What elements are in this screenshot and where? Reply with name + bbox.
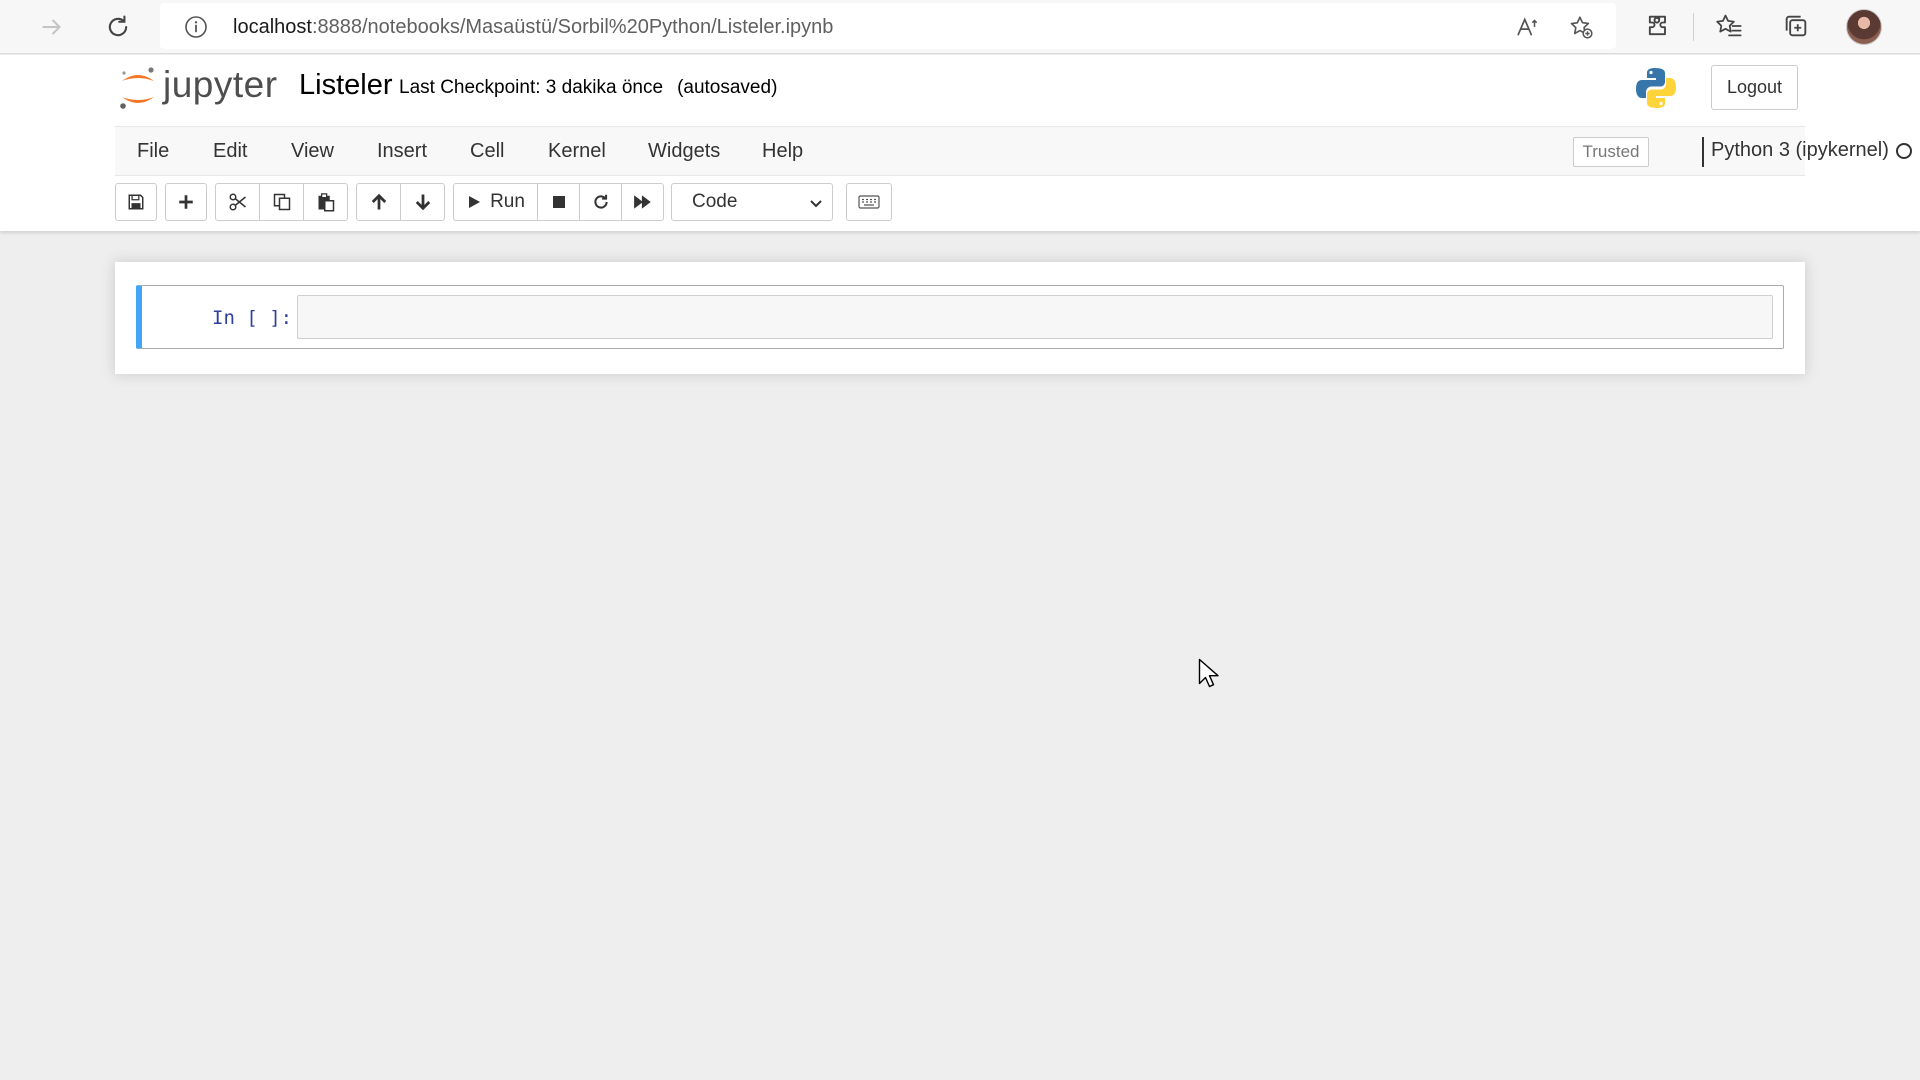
favorites-icon[interactable] [1714,11,1744,41]
menu-kernel[interactable]: Kernel [548,140,606,163]
toolbar-separator [1693,13,1694,41]
add-favorite-icon[interactable] [1568,14,1594,40]
menu-cell[interactable]: Cell [470,140,504,163]
run-button[interactable]: Run [453,183,538,221]
interrupt-kernel-button[interactable] [537,183,580,221]
play-icon [469,196,481,208]
command-palette-button[interactable] [846,183,892,221]
paste-button[interactable] [303,183,348,221]
restart-kernel-button[interactable] [579,183,622,221]
paste-icon [318,193,334,212]
restart-run-all-button[interactable] [621,183,664,221]
menu-insert[interactable]: Insert [377,140,427,163]
kernel-separator [1702,137,1704,167]
move-down-button[interactable] [400,183,445,221]
chevron-down-icon [810,200,822,208]
checkpoint-status: Last Checkpoint: 3 dakika önce (autosaved… [399,77,777,99]
extensions-icon[interactable] [1643,11,1673,41]
keyboard-icon [858,195,880,209]
mouse-cursor-icon [1198,658,1219,688]
url-text[interactable]: localhost:8888/notebooks/Masaüstü/Sorbil… [233,16,833,38]
info-icon[interactable] [184,15,208,39]
menu-widgets[interactable]: Widgets [648,140,720,163]
cell-prompt: In [ ]: [212,307,293,329]
copy-icon [273,193,290,211]
code-cell[interactable]: In [ ]: [136,285,1784,349]
profile-avatar[interactable] [1846,9,1882,45]
restart-icon [593,194,608,209]
notebook-title[interactable]: Listeler [299,69,393,102]
read-aloud-icon[interactable] [1515,14,1541,40]
forward-icon[interactable] [34,9,70,45]
cut-button[interactable] [215,183,260,221]
menu-view[interactable]: View [291,140,334,163]
menu-file[interactable]: File [137,140,169,163]
menubar: File Edit View Insert Cell Kernel Widget… [115,126,1912,176]
stop-icon [552,196,565,208]
insert-cell-button[interactable] [165,183,207,221]
address-bar[interactable]: localhost:8888/notebooks/Masaüstü/Sorbil… [160,3,1616,49]
cell-type-select[interactable]: Code [671,183,833,221]
run-label: Run [490,191,525,212]
menu-help[interactable]: Help [762,140,803,163]
kernel-name[interactable]: Python 3 (ipykernel) [1711,139,1889,162]
trusted-indicator[interactable]: Trusted [1573,137,1649,167]
url-path: :8888/notebooks/Masaüstü/Sorbil%20Python… [311,16,834,38]
copy-button[interactable] [259,183,304,221]
move-up-button[interactable] [356,183,401,221]
menu-edit[interactable]: Edit [213,140,247,163]
fast-forward-icon [633,195,651,209]
notebook-toolbar: Run Code [115,183,1805,225]
autosave-status: (autosaved) [677,77,778,98]
cell-type-value: Code [692,191,738,212]
save-button[interactable] [115,183,157,221]
logout-button[interactable]: Logout [1711,65,1798,110]
save-icon [128,194,144,210]
cell-input-area[interactable] [297,295,1773,339]
python-logo-icon [1636,68,1676,108]
jupyter-logo-icon[interactable] [118,66,158,112]
kernel-idle-indicator [1896,143,1912,159]
jupyter-logo-text[interactable]: jupyter [163,64,278,106]
plus-icon [179,195,193,209]
collections-icon[interactable] [1781,11,1811,41]
notebook-container: In [ ]: [115,262,1805,374]
url-host: localhost [233,16,312,38]
scissors-icon [228,193,246,211]
browser-toolbar: localhost:8888/notebooks/Masaüstü/Sorbil… [0,0,1920,54]
arrow-down-icon [415,194,430,211]
refresh-icon[interactable] [100,9,136,45]
arrow-up-icon [371,193,386,210]
checkpoint-text: Last Checkpoint: 3 dakika önce [399,77,664,98]
